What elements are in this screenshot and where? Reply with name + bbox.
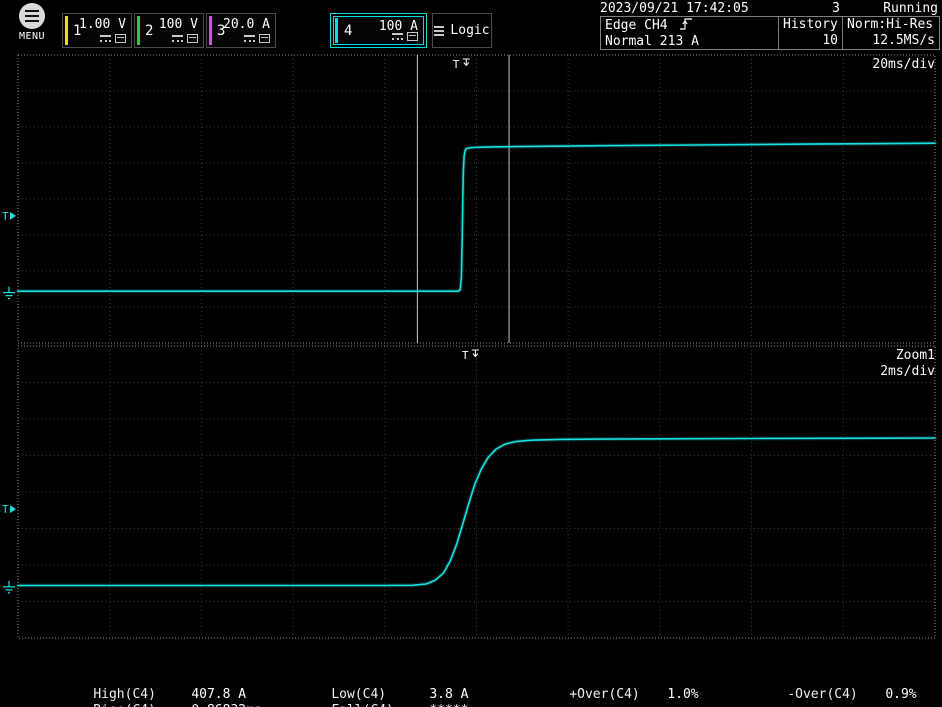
logic-icon <box>434 26 444 36</box>
zoom-window-label: Zoom1 <box>896 348 935 363</box>
zoom-timebase-label: 2ms/div <box>880 364 935 379</box>
coupling-dc-icon <box>100 34 111 43</box>
measurement-pos-overshoot: +Over(C4)1.0% <box>538 672 699 707</box>
coupling-dc-icon <box>392 32 403 41</box>
svg-text:T: T <box>2 503 9 516</box>
channel-3-icons <box>244 34 270 43</box>
menu-icon <box>19 3 45 29</box>
channel-2-color-bar <box>137 16 140 45</box>
logic-label: Logic <box>450 23 489 38</box>
trigger-mode: Edge <box>605 18 636 33</box>
measurement-rise: Rise(C4)0.86832ms <box>62 688 262 707</box>
channel-2-scale: 100 V <box>159 17 198 32</box>
svg-text:T: T <box>453 58 460 71</box>
trigger-settings[interactable]: Edge CH4 Normal 213 A <box>601 17 779 49</box>
channel-1-color-bar <box>65 16 68 45</box>
acquisition-info-panel: Edge CH4 Normal 213 A History 10 Norm:Hi… <box>600 16 940 50</box>
channel-1-scale: 1.00 V <box>79 17 126 32</box>
run-status: Running <box>883 1 938 16</box>
trigger-kind: Normal <box>605 34 652 49</box>
rising-edge-icon <box>679 17 693 31</box>
channel-1-icons <box>100 34 126 43</box>
channel-2-number: 2 <box>145 23 153 39</box>
measurement-fall: Fall(C4)***** <box>300 688 468 707</box>
coupling-dc-icon <box>244 34 255 43</box>
channel-3-button[interactable]: 3 20.0 A <box>206 13 276 48</box>
trigger-source: CH4 <box>644 18 667 33</box>
probe-icon <box>259 34 270 43</box>
history-count: 10 <box>783 33 838 49</box>
svg-text:T: T <box>462 349 469 362</box>
channel-3-scale: 20.0 A <box>223 17 270 32</box>
history-label: History <box>783 17 838 33</box>
zoom-waveform-display[interactable]: TT <box>0 344 942 640</box>
probe-icon <box>115 34 126 43</box>
datetime: 2023/09/21 17:42:05 <box>600 1 749 16</box>
menu-label: MENU <box>12 31 52 42</box>
channel-4-button-selected[interactable]: 4 100 A <box>330 13 427 48</box>
record-panel[interactable]: Norm:Hi-Res 12.5MS/s <box>843 17 939 49</box>
sample-rate: 12.5MS/s <box>847 33 935 49</box>
svg-text:T: T <box>2 210 9 223</box>
channel-4-number: 4 <box>344 23 352 39</box>
channel-4-icons <box>392 32 418 41</box>
main-timebase-label: 20ms/div <box>872 57 935 72</box>
history-panel[interactable]: History 10 <box>779 17 843 49</box>
oscilloscope-screen: MENU 1 1.00 V 2 100 V 3 20.0 A 4 100 A <box>0 0 942 707</box>
coupling-dc-icon <box>172 34 183 43</box>
measurement-neg-overshoot: -Over(C4)0.9% <box>756 672 917 707</box>
probe-icon <box>187 34 198 43</box>
record-mode: Norm:Hi-Res <box>847 17 935 33</box>
channel-3-color-bar <box>209 16 212 45</box>
channel-2-icons <box>172 34 198 43</box>
acquisition-count: 3 <box>816 1 840 16</box>
channel-2-button[interactable]: 2 100 V <box>134 13 204 48</box>
channel-4-color-bar <box>335 18 338 43</box>
main-waveform-display[interactable]: TT <box>0 52 942 345</box>
probe-icon <box>407 32 418 41</box>
menu-button[interactable]: MENU <box>12 3 52 42</box>
trigger-level: 213 A <box>660 34 699 49</box>
logic-button[interactable]: Logic <box>432 13 492 48</box>
channel-1-button[interactable]: 1 1.00 V <box>62 13 132 48</box>
